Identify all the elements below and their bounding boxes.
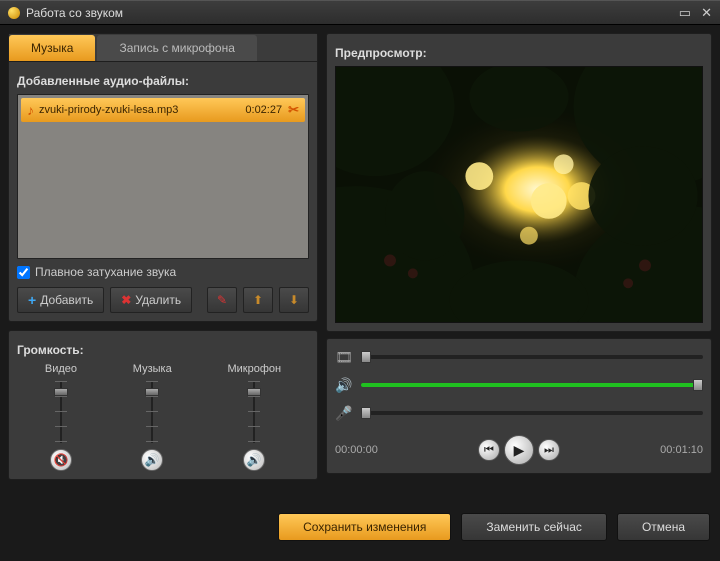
file-item[interactable]: ♪ zvuki-prirody-zvuki-lesa.mp3 0:02:27 ✂ [21,98,305,122]
scissors-icon[interactable]: ✂ [288,102,299,118]
vol-music-mute-icon[interactable]: 🔊 [141,449,163,471]
arrow-up-icon: ⬆ [253,293,263,307]
video-preview[interactable] [335,66,703,323]
tool-button[interactable]: ✎ [207,287,237,313]
doc-icon: ✎ [217,293,227,307]
window-title: Работа со звуком [26,6,679,20]
save-button[interactable]: Сохранить изменения [278,513,451,541]
fade-checkbox[interactable] [17,266,30,279]
play-button[interactable]: ▶ [504,435,534,465]
replace-button[interactable]: Заменить сейчас [461,513,607,541]
mic-level-slider[interactable] [361,411,703,415]
x-icon: ✖ [121,293,131,307]
time-current: 00:00:00 [335,444,378,456]
cancel-button[interactable]: Отмена [617,513,710,541]
delete-button[interactable]: ✖ Удалить [110,287,192,313]
music-note-icon: ♪ [27,102,34,118]
vol-music-slider[interactable] [143,381,161,443]
film-icon: 🎞 [335,349,353,366]
move-up-button[interactable]: ⬆ [243,287,273,313]
speaker-icon: 🔊 [335,377,353,394]
time-total: 00:01:10 [660,444,703,456]
move-down-button[interactable]: ⬇ [279,287,309,313]
fade-label: Плавное затухание звука [35,265,176,279]
add-button[interactable]: + Добавить [17,287,104,313]
add-label: Добавить [40,293,93,307]
vol-video-slider[interactable] [52,381,70,443]
file-list: ♪ zvuki-prirody-zvuki-lesa.mp3 0:02:27 ✂ [17,94,309,259]
mic-icon: 🎤 [335,405,353,422]
video-seek-slider[interactable] [361,355,703,359]
vol-mic-mute-icon[interactable]: 🔊 [243,449,265,471]
preview-header: Предпросмотр: [335,46,703,60]
delete-label: Удалить [135,293,181,307]
files-header: Добавленные аудио-файлы: [17,74,309,88]
vol-mic-label: Микрофон [227,363,281,375]
tabs: Музыка Запись с микрофона [9,34,317,62]
vol-video-mute-icon[interactable]: 🔇 [50,449,72,471]
titlebar: Работа со звуком ▭ ✕ [0,0,720,25]
vol-music-label: Музыка [133,363,172,375]
close-icon[interactable]: ✕ [701,5,712,21]
audio-level-slider[interactable] [361,383,703,387]
file-name: zvuki-prirody-zvuki-lesa.mp3 [39,104,245,116]
arrow-down-icon: ⬇ [289,293,299,307]
minimize-icon[interactable]: ▭ [679,5,691,21]
tab-record[interactable]: Запись с микрофона [97,35,256,61]
vol-video-label: Видео [45,363,77,375]
volume-header: Громкость: [17,343,309,357]
plus-icon: + [28,292,36,308]
prev-button[interactable]: ⏮ [478,439,500,461]
tab-music[interactable]: Музыка [9,35,95,61]
file-duration: 0:02:27 [245,104,282,116]
app-icon [8,7,20,19]
vol-mic-slider[interactable] [245,381,263,443]
next-button[interactable]: ⏭ [538,439,560,461]
